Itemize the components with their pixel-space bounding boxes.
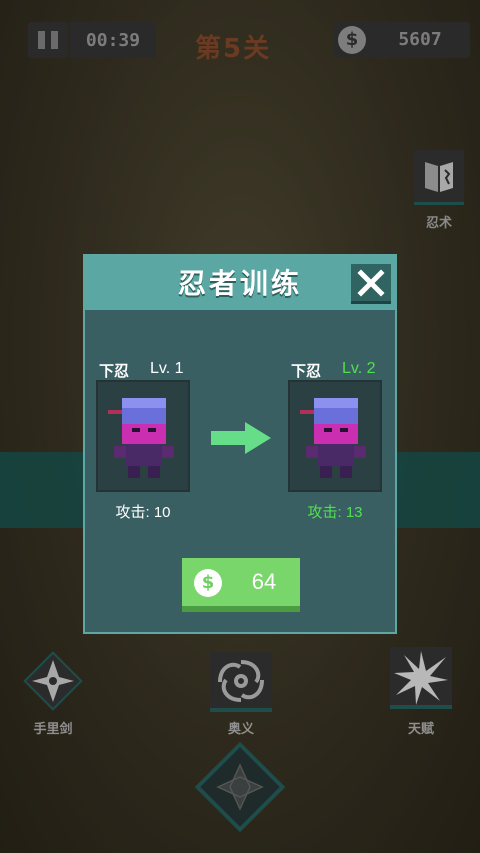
ninja-avatar (300, 398, 366, 478)
talent-label: 天赋 (407, 722, 434, 737)
coin-counter: $ 5607 (334, 22, 470, 58)
upgrade-arrow-icon (211, 422, 271, 454)
current-attack: 攻击: 10 (115, 504, 171, 521)
next-level: Lv. 2 (342, 360, 376, 377)
next-rank: 下忍 (291, 362, 322, 380)
ougi-button[interactable] (210, 652, 272, 714)
upgrade-button[interactable]: $ 64 (182, 558, 300, 612)
shuriken-label: 手里剑 (33, 722, 73, 737)
upgrade-cost: 64 (251, 569, 277, 594)
ninjutsu-label: 忍术 (425, 216, 452, 231)
coin-count: 5607 (398, 29, 442, 50)
pause-button[interactable] (28, 22, 68, 58)
current-ninja-card (96, 380, 190, 492)
scroll-book-icon (425, 162, 453, 192)
main-skill-button[interactable] (188, 735, 292, 839)
dialog-header: 忍者训练 (85, 256, 395, 310)
ninjutsu-button[interactable] (414, 150, 464, 205)
pause-icon (38, 31, 45, 49)
level-title: 第5关 (195, 34, 272, 64)
next-ninja-card (288, 380, 382, 492)
current-rank: 下忍 (99, 362, 130, 380)
ninja-avatar (108, 398, 174, 478)
close-button[interactable] (351, 264, 391, 304)
talent-button[interactable] (390, 647, 452, 709)
close-icon (357, 269, 385, 297)
timer: 00:39 (70, 22, 156, 58)
training-dialog: 忍者训练 下忍 Lv. 1 攻击: 10 下忍 Lv. 2 攻击: 13 $ 6… (83, 254, 397, 634)
shuriken-button[interactable] (18, 646, 88, 716)
coin-icon: $ (194, 569, 222, 597)
coin-icon: $ (338, 26, 366, 54)
dialog-title: 忍者训练 (177, 267, 302, 300)
current-level: Lv. 1 (150, 360, 184, 377)
next-attack: 攻击: 13 (307, 504, 363, 521)
